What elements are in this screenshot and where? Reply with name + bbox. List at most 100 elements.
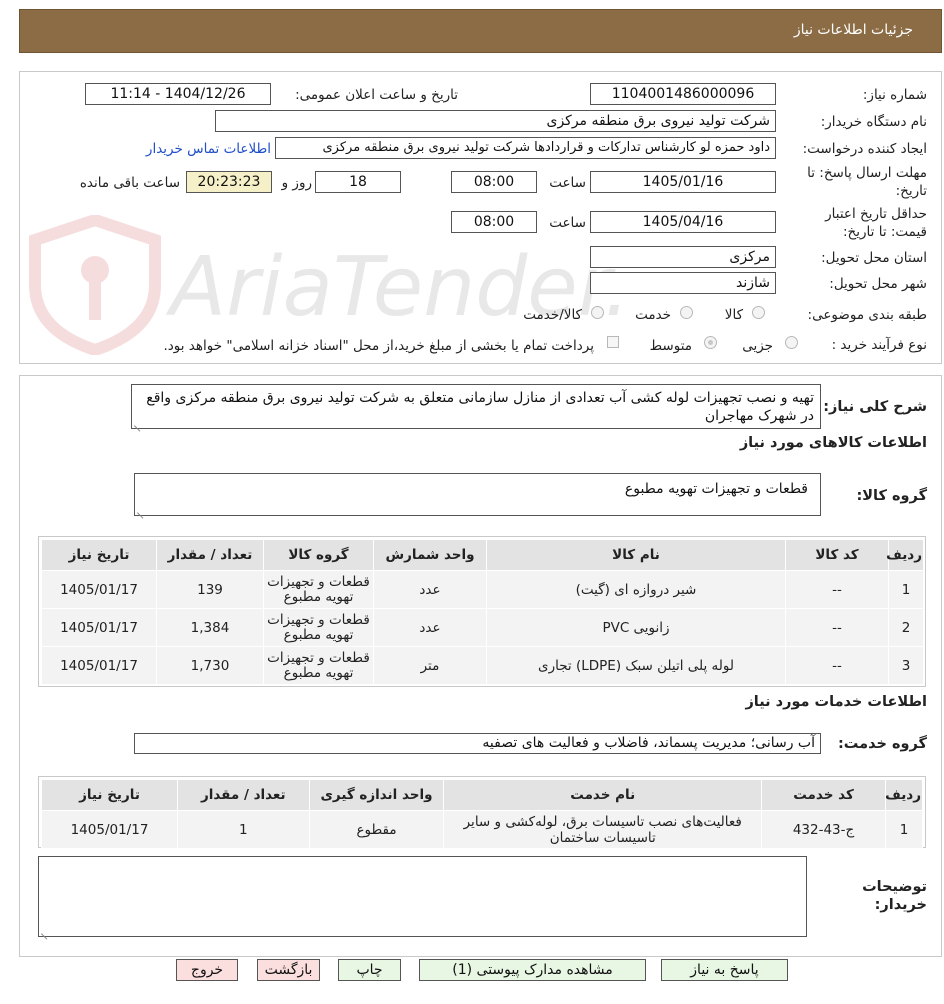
resize-handle-icon bbox=[41, 927, 48, 934]
buyer-org-field: شرکت تولید نیروی برق منطقه مرکزی bbox=[215, 110, 776, 132]
goods-name: لوله پلی اتیلن سبک (LDPE) تجاری bbox=[486, 646, 786, 685]
category-label: طبقه بندی موضوعی: bbox=[807, 307, 927, 323]
summary-text: تهیه و نصب تجهیزات لوله کشی آب تعدادی از… bbox=[146, 390, 814, 424]
column-header: گروه کالا bbox=[263, 539, 374, 571]
table-row: 2 -- زانویی PVC عدد قطعات و تجهیزات تهوی… bbox=[41, 608, 924, 647]
goods-group-text: قطعات و تجهیزات تهویه مطبوع bbox=[624, 481, 808, 497]
deadline-label: مهلت ارسال پاسخ: تا bbox=[807, 165, 927, 181]
validity-time-field: 08:00 bbox=[451, 211, 537, 233]
need-number-field: 1104001486000096 bbox=[590, 83, 776, 105]
watermark-logo: AriaTender.neT bbox=[29, 215, 625, 355]
goods-unit: عدد bbox=[373, 570, 487, 609]
services-table-wrapper: ردیف کد خدمت نام خدمت واحد اندازه گیری ت… bbox=[38, 776, 926, 849]
goods-qty: 1,384 bbox=[156, 608, 264, 647]
remaining-days-label: روز و bbox=[281, 175, 312, 191]
goods-unit: متر bbox=[373, 646, 487, 685]
city-field: شازند bbox=[590, 272, 776, 294]
goods-section-title: اطلاعات کالاهای مورد نیاز bbox=[739, 435, 927, 451]
validity-time-label: ساعت bbox=[549, 215, 586, 231]
column-header: کد خدمت bbox=[761, 779, 887, 811]
column-header: تعداد / مقدار bbox=[156, 539, 264, 571]
table-row: 1 -- شیر دروازه ای (گیت) عدد قطعات و تجه… bbox=[41, 570, 924, 609]
goods-qty: 139 bbox=[156, 570, 264, 609]
goods-group: قطعات و تجهیزات تهویه مطبوع bbox=[263, 608, 374, 647]
process-minor-radio[interactable] bbox=[785, 336, 798, 349]
category-service-radio[interactable] bbox=[680, 306, 693, 319]
print-button[interactable]: چاپ bbox=[338, 959, 401, 981]
view-attachments-button[interactable]: مشاهده مدارک پیوستی (1) bbox=[419, 959, 646, 981]
deadline-label-date: تاریخ: bbox=[895, 183, 927, 199]
treasury-payment-checkbox[interactable] bbox=[607, 336, 619, 348]
remaining-days-field: 18 bbox=[315, 171, 401, 193]
goods-code: -- bbox=[785, 608, 889, 647]
column-header: نام کالا bbox=[486, 539, 786, 571]
validity-date-field: 1405/04/16 bbox=[590, 211, 776, 233]
services-group-label: گروه خدمت: bbox=[837, 736, 927, 752]
goods-name: زانویی PVC bbox=[486, 608, 786, 647]
goods-group: قطعات و تجهیزات تهویه مطبوع bbox=[263, 570, 374, 609]
services-table: ردیف کد خدمت نام خدمت واحد اندازه گیری ت… bbox=[41, 779, 923, 849]
buyer-contact-link[interactable]: اطلاعات تماس خریدار bbox=[146, 141, 271, 157]
process-type-label: نوع فرآیند خرید : bbox=[831, 337, 927, 353]
goods-date: 1405/01/17 bbox=[41, 608, 157, 647]
exit-button[interactable]: خروج bbox=[176, 959, 238, 981]
service-unit: مقطوع bbox=[308, 810, 445, 849]
reply-to-need-button[interactable]: پاسخ به نیاز bbox=[661, 959, 788, 981]
column-header: تاریخ نیاز bbox=[41, 539, 157, 571]
process-medium-radio[interactable] bbox=[704, 336, 717, 349]
column-header: ردیف bbox=[885, 779, 923, 811]
buyer-notes-textarea bbox=[38, 856, 807, 937]
column-header: واحد شمارش bbox=[373, 539, 487, 571]
summary-textarea: تهیه و نصب تجهیزات لوله کشی آب تعدادی از… bbox=[131, 384, 821, 429]
category-goods-label: کالا bbox=[724, 307, 743, 323]
requester-label: ایجاد کننده درخواست: bbox=[802, 141, 927, 157]
category-both-radio[interactable] bbox=[591, 306, 604, 319]
goods-table-header: ردیف کد کالا نام کالا واحد شمارش گروه کا… bbox=[41, 539, 924, 571]
announce-label: تاریخ و ساعت اعلان عمومی: bbox=[295, 87, 458, 103]
need-number-label: شماره نیاز: bbox=[862, 87, 927, 103]
goods-date: 1405/01/17 bbox=[41, 570, 157, 609]
deadline-date-field: 1405/01/16 bbox=[590, 171, 776, 193]
province-field: مرکزی bbox=[590, 246, 776, 268]
resize-handle-icon bbox=[137, 506, 144, 513]
treasury-payment-note: پرداخت تمام یا بخشی از مبلغ خرید،از محل … bbox=[163, 338, 594, 354]
page-title: جزئیات اطلاعات نیاز bbox=[793, 22, 913, 38]
back-button[interactable]: بازگشت bbox=[257, 959, 320, 981]
column-header: تاریخ نیاز bbox=[41, 779, 178, 811]
column-header: واحد اندازه گیری bbox=[308, 779, 445, 811]
remaining-time-label: ساعت باقی مانده bbox=[79, 175, 180, 191]
buyer-org-label: نام دستگاه خریدار: bbox=[820, 114, 927, 130]
buyer-notes-label-2: خریدار: bbox=[874, 897, 927, 913]
goods-date: 1405/01/17 bbox=[41, 646, 157, 685]
goods-name: شیر دروازه ای (گیت) bbox=[486, 570, 786, 609]
validity-label-date: قیمت: تا تاریخ: bbox=[843, 224, 927, 240]
goods-code: -- bbox=[785, 570, 889, 609]
remaining-time-field: 20:23:23 bbox=[186, 171, 272, 193]
table-row: 1 ج-43-432 فعالیت‌های نصب تاسیسات برق، ل… bbox=[41, 810, 923, 849]
row-number: 2 bbox=[888, 608, 924, 647]
process-minor-label: جزیی bbox=[742, 338, 773, 354]
category-goods-radio[interactable] bbox=[752, 306, 765, 319]
process-medium-label: متوسط bbox=[649, 338, 692, 354]
service-name: فعالیت‌های نصب تاسیسات برق، لوله‌کشی و س… bbox=[443, 810, 763, 849]
deadline-time-label: ساعت bbox=[549, 175, 586, 191]
deadline-time-field: 08:00 bbox=[451, 171, 537, 193]
row-number: 1 bbox=[885, 810, 923, 849]
goods-code: -- bbox=[785, 646, 889, 685]
announce-datetime-field: 1404/12/26 - 11:14 bbox=[85, 83, 271, 105]
table-row: 3 -- لوله پلی اتیلن سبک (LDPE) تجاری متر… bbox=[41, 646, 924, 685]
service-qty: 1 bbox=[177, 810, 310, 849]
province-label: استان محل تحویل: bbox=[821, 250, 927, 266]
column-header: تعداد / مقدار bbox=[177, 779, 310, 811]
category-both-label: کالا/خدمت bbox=[523, 307, 582, 323]
goods-group: قطعات و تجهیزات تهویه مطبوع bbox=[263, 646, 374, 685]
column-header: ردیف bbox=[886, 539, 924, 571]
service-code: ج-43-432 bbox=[761, 810, 887, 849]
validity-label: حداقل تاریخ اعتبار bbox=[825, 206, 927, 222]
city-label: شهر محل تحویل: bbox=[829, 276, 927, 292]
row-number: 1 bbox=[888, 570, 924, 609]
goods-qty: 1,730 bbox=[156, 646, 264, 685]
row-number: 3 bbox=[888, 646, 924, 685]
goods-table-wrapper: ردیف کد کالا نام کالا واحد شمارش گروه کا… bbox=[38, 536, 926, 687]
services-group-field: آب رسانی؛ مدیریت پسماند، فاضلاب و فعالیت… bbox=[134, 733, 821, 754]
